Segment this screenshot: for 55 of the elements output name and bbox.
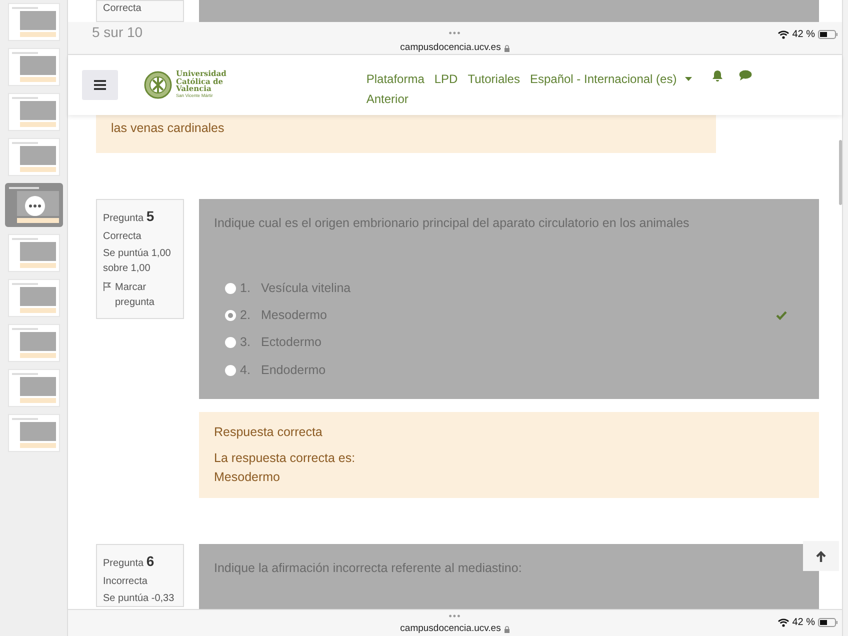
url-text: campusdocencia.ucv.es: [400, 41, 501, 55]
scrollbar[interactable]: [839, 140, 842, 205]
option-number: 3.: [240, 334, 252, 352]
emblem-icon: [144, 70, 172, 99]
radio-button[interactable]: [225, 337, 236, 348]
chat-icon[interactable]: [738, 70, 752, 81]
url-text: campusdocencia.ucv.es: [400, 622, 501, 636]
battery-percent: 42 %: [792, 28, 815, 42]
menu-button[interactable]: [82, 70, 118, 100]
question-number: Pregunta 5: [103, 206, 156, 226]
lock-icon: [504, 626, 510, 633]
flag-icon: [103, 282, 111, 291]
more-icon[interactable]: [24, 196, 44, 216]
question-status: Incorrecta: [103, 574, 148, 589]
radio-button[interactable]: [225, 364, 236, 376]
radio-button[interactable]: [225, 310, 236, 321]
flag-link[interactable]: Marcar pregunta: [103, 280, 180, 310]
feedback-text: La respuesta correcta es: Mesodermo: [214, 450, 356, 486]
question-number: Pregunta 6: [103, 552, 156, 571]
feedback-text: las venas cardinales: [96, 115, 716, 153]
question-text: Indique cual es el origen embrionario principal del aparato circulatorio en los animales: [214, 214, 690, 232]
page-thumbnail[interactable]: [4, 183, 62, 227]
radio-button[interactable]: [225, 282, 236, 294]
page-indicator: 5 sur 10: [92, 23, 143, 42]
question-text: Indique la afirmación incorrecta referente al mediastino:: [214, 560, 523, 577]
dots-text: •••: [448, 29, 462, 38]
nav-link[interactable]: Plataforma: [366, 70, 424, 88]
battery-percent: 42 %: [792, 616, 815, 630]
option-label: Mesodermo: [261, 307, 327, 324]
wifi-icon: [778, 30, 790, 39]
bell-icon[interactable]: [712, 70, 723, 82]
option-label: Ectodermo: [261, 334, 322, 352]
caret-icon: [684, 77, 692, 81]
back-to-top-button[interactable]: [803, 541, 839, 571]
option-number: 4.: [240, 362, 252, 379]
wifi-icon: [778, 618, 790, 627]
dots-text: •••: [448, 612, 462, 621]
nav-link[interactable]: Anterior: [366, 90, 786, 108]
question-score: Se puntúa -0,33: [103, 592, 176, 606]
menu-icon: [94, 80, 106, 90]
nav-link[interactable]: Tutoriales: [468, 70, 520, 88]
feedback-title: Respuesta correcta: [214, 424, 324, 441]
option-number: 1.: [240, 280, 252, 297]
battery-icon: [818, 618, 838, 627]
lock-icon: [504, 44, 510, 52]
option-number: 2.: [240, 307, 252, 324]
question-status: Correcta: [96, 0, 184, 22]
battery-icon: [818, 30, 838, 39]
language-dropdown[interactable]: Español - Internacional (es): [530, 70, 692, 88]
nav-link[interactable]: LPD: [434, 70, 458, 88]
option-label: Vesícula vitelina: [261, 280, 351, 297]
question-status: Correcta: [103, 230, 142, 244]
arrow-up-icon: [816, 550, 826, 562]
option-label: Endodermo: [261, 362, 326, 379]
question-score: Se puntúa 1,00 sobre 1,00: [103, 246, 172, 276]
